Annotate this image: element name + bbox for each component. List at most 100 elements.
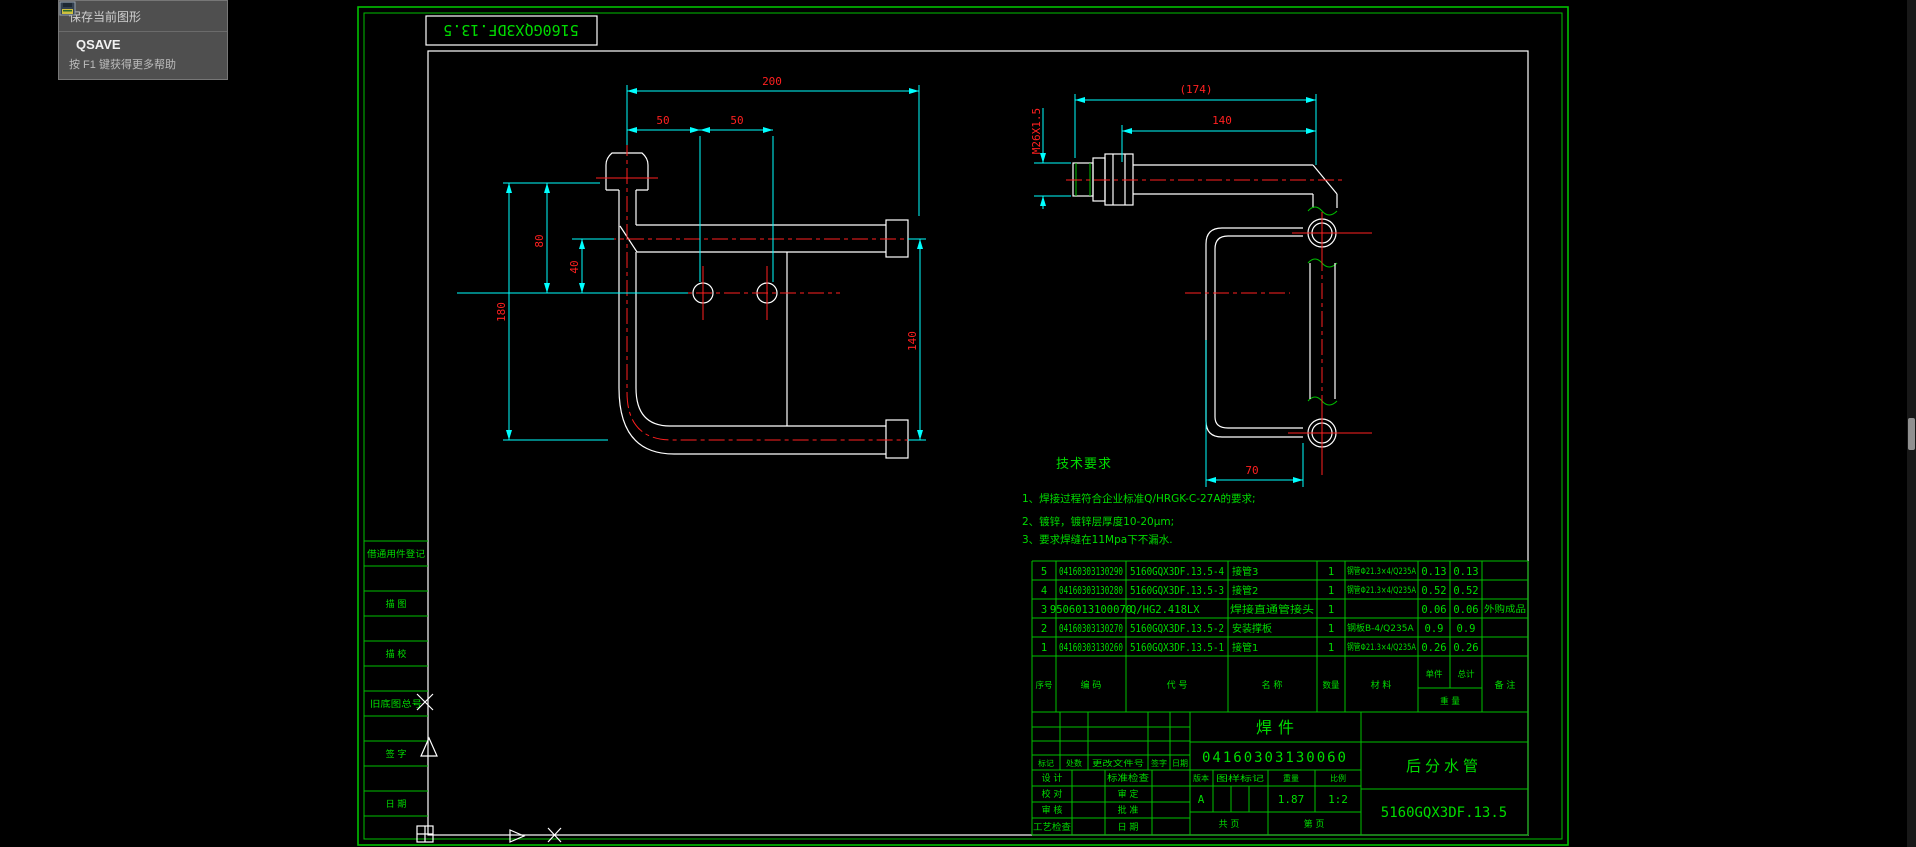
dim-200: 200 (762, 75, 782, 88)
svg-text:处数: 处数 (1066, 758, 1082, 768)
svg-text:版本: 版本 (1193, 773, 1209, 783)
tech-req-line: 2、镀锌，镀锌层厚度10-20μm; (1022, 515, 1174, 528)
svg-text:0.06: 0.06 (1421, 604, 1446, 616)
svg-text:2: 2 (1041, 623, 1047, 635)
vertical-scrollbar[interactable] (1907, 0, 1916, 847)
title-block: 标记 处数 更改文件号 签字 日期 设 计 标准检查 校 对 审 定 审 核 批… (1031, 712, 1529, 836)
table-row: 4 04160303130280 5160GQX3DF.13.5-3 接管2 1… (1041, 584, 1479, 597)
svg-text:0.26: 0.26 (1421, 642, 1446, 654)
svg-text:共 页: 共 页 (1219, 819, 1240, 830)
svg-text:04160303130280: 04160303130280 (1059, 585, 1123, 597)
dim-140-side: 140 (1212, 114, 1232, 127)
svg-text:更改文件号: 更改文件号 (1092, 758, 1144, 768)
tube-profile-inner (1214, 235, 1303, 429)
tooltip-title: 保存当前图形 (59, 1, 227, 32)
part-name: 后分水管 (1406, 757, 1482, 775)
svg-text:设 计: 设 计 (1042, 772, 1063, 784)
svg-text:比例: 比例 (1330, 773, 1346, 783)
centerlines (596, 140, 916, 441)
weight-value: 1.87 (1278, 793, 1305, 806)
dim-50-b: 50 (730, 114, 743, 127)
tooltip-help-hint: 按 F1 键获得更多帮助 (69, 59, 176, 71)
svg-text:0.9: 0.9 (1457, 623, 1476, 635)
lower-pipe-cap (885, 419, 909, 459)
stage-mark: A (1198, 793, 1205, 806)
scrollbar-handle[interactable] (1908, 418, 1915, 450)
svg-text:标准检查: 标准检查 (1107, 772, 1149, 784)
meta-grid: 版本 图样标记 重量 比例 A 1.87 1:2 共 页 第 页 (1193, 773, 1348, 830)
col-header-dwg: 代 号 (1167, 680, 1188, 691)
svg-text:工艺检查: 工艺检查 (1033, 821, 1071, 833)
pipe-section-bottom (1288, 408, 1372, 475)
strip-label: 旧底图总号 (370, 698, 422, 710)
tech-req-line: 3、要求焊缝在11Mpa下不漏水. (1022, 533, 1173, 546)
strip-label: 日 期 (386, 799, 407, 810)
table-row: 5 04160303130290 5160GQX3DF.13.5-4 接管3 1… (1041, 565, 1479, 578)
dim-40: 40 (568, 260, 581, 273)
col-header-unit: 单件 (1425, 669, 1443, 680)
scale-value: 1:2 (1328, 793, 1348, 806)
col-header-remark: 备 注 (1495, 679, 1516, 691)
drawing-number: 5160GQX3DF.13.5 (1381, 805, 1507, 821)
col-header-material: 材 料 (1371, 679, 1392, 691)
svg-text:04160303130260: 04160303130260 (1059, 642, 1123, 654)
dim-50-a: 50 (656, 114, 669, 127)
ucs-icon (416, 825, 562, 843)
svg-text:焊接直通管接头: 焊接直通管接头 (1230, 603, 1314, 616)
svg-text:0.06: 0.06 (1453, 604, 1478, 616)
svg-text:5160GQX3DF.13.5-1: 5160GQX3DF.13.5-1 (1130, 642, 1224, 654)
drawing-canvas: 5160GQX3DF.13.5 借通用件登记 描 图 描 校 旧底图总号 签 字… (357, 6, 1569, 846)
svg-text:3: 3 (1041, 604, 1047, 616)
margin-strip: 借通用件登记 描 图 描 校 旧底图总号 签 字 日 期 (364, 540, 438, 817)
svg-text:接管1: 接管1 (1232, 641, 1258, 654)
front-view-dimensions: 200 50 50 180 80 40 140 (457, 75, 926, 441)
svg-text:审 定: 审 定 (1118, 788, 1139, 800)
svg-text:9506013100070: 9506013100070 (1050, 604, 1132, 616)
svg-text:签字: 签字 (1151, 758, 1167, 768)
svg-text:1: 1 (1328, 566, 1334, 578)
svg-text:5160GQX3DF.13.5-3: 5160GQX3DF.13.5-3 (1130, 585, 1224, 597)
col-header-seq: 序号 (1035, 680, 1052, 691)
svg-text:1: 1 (1328, 623, 1334, 635)
svg-text:1: 1 (1328, 642, 1334, 654)
table-row: 2 04160303130270 5160GQX3DF.13.5-2 安装撑板 … (1041, 622, 1476, 635)
svg-text:0.13: 0.13 (1453, 566, 1478, 578)
tooltip-command: QSAVE (76, 37, 121, 52)
tech-req-title: 技术要求 (1056, 457, 1112, 472)
svg-text:钢管Φ21.3×4/Q235A: 钢管Φ21.3×4/Q235A (1347, 565, 1417, 577)
ucs-axis-arrow (509, 829, 526, 843)
side-view-dimensions: (174) 140 M26X1.5 70 (1030, 83, 1317, 487)
col-header-code: 编 码 (1081, 679, 1102, 691)
col-header-total: 总计 (1457, 669, 1475, 680)
part-code: 04160303130060 (1202, 750, 1348, 766)
svg-text:0.52: 0.52 (1453, 585, 1478, 597)
svg-text:0.52: 0.52 (1421, 585, 1446, 597)
svg-text:重量: 重量 (1283, 773, 1299, 783)
svg-text:钢管Φ21.3×4/Q235A: 钢管Φ21.3×4/Q235A (1347, 641, 1417, 653)
svg-text:图样标记: 图样标记 (1216, 773, 1264, 783)
svg-text:0.26: 0.26 (1453, 642, 1478, 654)
svg-text:日 期: 日 期 (1118, 822, 1139, 833)
table-row: 3 9506013100070 Q/HG2.418LX 焊接直通管接头 1 0.… (1041, 603, 1526, 616)
svg-text:5: 5 (1041, 566, 1047, 578)
strip-label: 描 图 (386, 598, 407, 610)
tech-req-line: 1、焊接过程符合企业标准Q/HRGK-C-27A的要求; (1022, 492, 1256, 505)
dim-174: (174) (1179, 83, 1212, 96)
col-header-weight: 重 量 (1440, 696, 1460, 707)
svg-text:0.13: 0.13 (1421, 566, 1446, 578)
svg-text:第 页: 第 页 (1304, 818, 1325, 830)
svg-text:日期: 日期 (1172, 759, 1188, 768)
lower-pipe (618, 387, 886, 455)
svg-text:04160303130290: 04160303130290 (1059, 566, 1123, 578)
svg-text:1: 1 (1328, 604, 1334, 616)
dim-70: 70 (1245, 464, 1258, 477)
svg-text:批 准: 批 准 (1118, 804, 1139, 816)
parts-table: 序号 编 码 代 号 名 称 数量 材 料 单件 总计 重 量 备 注 5 04… (1031, 560, 1529, 713)
qsave-tooltip: 保存当前图形 QSAVE 按 F1 键获得更多帮助 (58, 0, 228, 80)
svg-text:1: 1 (1041, 642, 1047, 654)
inner-frame (427, 50, 1529, 836)
svg-text:审 核: 审 核 (1042, 804, 1063, 816)
svg-text:钢管Φ21.3×4/Q235A: 钢管Φ21.3×4/Q235A (1347, 584, 1417, 596)
table-row: 1 04160303130260 5160GQX3DF.13.5-1 接管1 1… (1041, 641, 1479, 654)
front-view: 200 50 50 180 80 40 140 (457, 75, 926, 459)
